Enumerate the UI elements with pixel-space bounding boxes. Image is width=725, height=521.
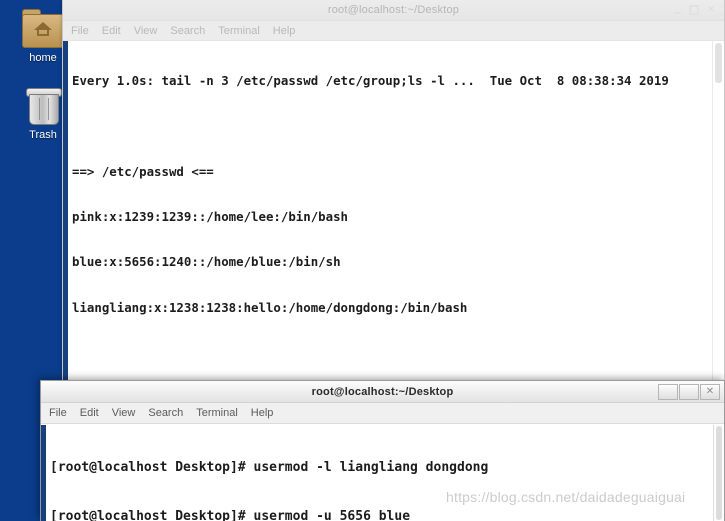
terminal-output-background[interactable]: Every 1.0s: tail -n 3 /etc/passwd /etc/g… <box>68 41 712 403</box>
window-controls[interactable]: ✕ <box>658 384 720 400</box>
menubar-active-window[interactable]: File Edit View Search Terminal Help <box>41 403 724 424</box>
menu-item-edit[interactable]: Edit <box>80 407 99 419</box>
menu-item-edit[interactable]: Edit <box>102 25 121 37</box>
menu-item-terminal[interactable]: Terminal <box>218 25 260 37</box>
desktop-icon-trash-label: Trash <box>29 129 57 141</box>
scrollbar-thumb[interactable] <box>715 43 722 83</box>
terminal-window-background[interactable]: root@localhost:~/Desktop ✕ File Edit Vie… <box>62 0 725 404</box>
folder-home-icon <box>20 8 66 50</box>
menubar-background-window[interactable]: File Edit View Search Terminal Help <box>63 21 724 41</box>
vertical-scrollbar-background-window[interactable] <box>712 41 724 403</box>
minimize-icon[interactable] <box>669 2 685 17</box>
menu-item-view[interactable]: View <box>134 25 158 37</box>
vertical-scrollbar-active-window[interactable] <box>713 425 724 521</box>
window-title: root@localhost:~/Desktop <box>311 385 454 398</box>
menu-item-search[interactable]: Search <box>170 25 205 37</box>
terminal-line: ==> /etc/passwd <== <box>72 163 214 179</box>
titlebar-active-window[interactable]: root@localhost:~/Desktop ✕ <box>41 381 724 403</box>
terminal-line: [root@localhost Desktop]# usermod -u 565… <box>50 509 411 521</box>
terminal-line: Every 1.0s: tail -n 3 /etc/passwd /etc/g… <box>72 73 669 89</box>
terminal-line: [root@localhost Desktop]# usermod -l lia… <box>50 459 489 475</box>
close-icon[interactable]: ✕ <box>700 384 720 400</box>
maximize-icon[interactable] <box>689 4 699 15</box>
terminal-area-background[interactable]: Every 1.0s: tail -n 3 /etc/passwd /etc/g… <box>63 41 724 403</box>
trash-can-icon <box>20 85 66 127</box>
terminal-line: blue:x:5656:1240::/home/blue:/bin/sh <box>72 254 341 270</box>
minimize-icon[interactable] <box>658 384 678 400</box>
terminal-output-active[interactable]: [root@localhost Desktop]# usermod -l lia… <box>46 425 713 521</box>
terminal-line: pink:x:1239:1239::/home/lee:/bin/bash <box>72 209 349 225</box>
menu-item-terminal[interactable]: Terminal <box>196 407 238 419</box>
terminal-window-active[interactable]: root@localhost:~/Desktop ✕ File Edit Vie… <box>40 380 725 521</box>
scrollbar-thumb[interactable] <box>716 426 722 520</box>
desktop: home Trash root@localhost:~/Desktop ✕ Fi… <box>0 0 725 521</box>
menu-item-view[interactable]: View <box>112 407 136 419</box>
terminal-line: liangliang:x:1238:1238:hello:/home/dongd… <box>72 299 468 315</box>
menu-item-file[interactable]: File <box>71 25 89 37</box>
window-controls[interactable]: ✕ <box>669 2 719 17</box>
window-title: root@localhost:~/Desktop <box>327 4 460 16</box>
close-icon[interactable]: ✕ <box>703 2 719 17</box>
maximize-icon[interactable] <box>679 384 699 400</box>
menu-item-help[interactable]: Help <box>273 25 296 37</box>
desktop-icon-home-label: home <box>29 52 57 64</box>
titlebar-background-window[interactable]: root@localhost:~/Desktop ✕ <box>63 0 724 21</box>
menu-item-search[interactable]: Search <box>148 407 183 419</box>
menu-item-help[interactable]: Help <box>251 407 274 419</box>
menu-item-file[interactable]: File <box>49 407 67 419</box>
terminal-area-active[interactable]: [root@localhost Desktop]# usermod -l lia… <box>41 425 724 521</box>
